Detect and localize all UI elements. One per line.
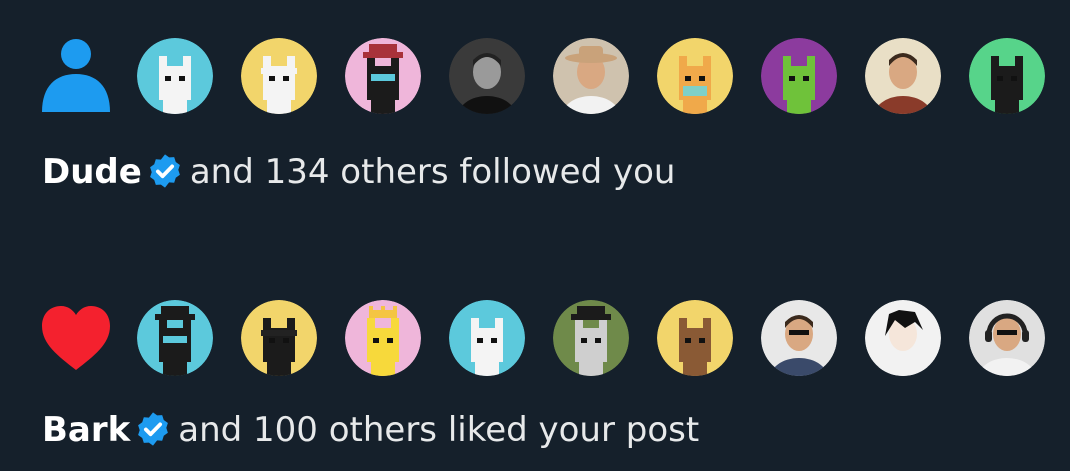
follow-message: and 134 others followed you	[189, 152, 676, 192]
follower-avatar[interactable]	[449, 38, 525, 114]
verified-badge-icon	[149, 154, 180, 188]
like-message: and 100 others liked your post	[178, 410, 700, 450]
follower-avatar[interactable]	[657, 38, 733, 114]
follower-avatar[interactable]	[969, 38, 1045, 114]
liker-avatar[interactable]	[241, 300, 317, 376]
follower-avatar[interactable]	[345, 38, 421, 114]
follower-avatar[interactable]	[241, 38, 317, 114]
liker-avatar[interactable]	[345, 300, 421, 376]
liker-name[interactable]: Bark	[42, 410, 130, 450]
follower-avatar[interactable]	[137, 38, 213, 114]
liker-avatar[interactable]	[657, 300, 733, 376]
liker-avatar[interactable]	[137, 300, 213, 376]
follow-avatar-row	[38, 36, 1070, 116]
liker-avatar[interactable]	[761, 300, 837, 376]
follower-name[interactable]: Dude	[42, 152, 142, 192]
follower-avatar[interactable]	[553, 38, 629, 114]
like-avatar-row	[38, 298, 1070, 378]
follower-avatar[interactable]	[761, 38, 837, 114]
liker-avatar[interactable]	[865, 300, 941, 376]
liker-avatar[interactable]	[969, 300, 1045, 376]
verified-badge-icon	[138, 412, 169, 446]
heart-icon	[38, 298, 118, 378]
liker-avatar[interactable]	[449, 300, 525, 376]
follow-text: Dude and 134 others followed you	[42, 152, 675, 192]
follower-avatar[interactable]	[865, 38, 941, 114]
person-icon	[38, 36, 118, 116]
liker-avatar[interactable]	[553, 300, 629, 376]
like-text: Bark and 100 others liked your post	[42, 410, 699, 450]
